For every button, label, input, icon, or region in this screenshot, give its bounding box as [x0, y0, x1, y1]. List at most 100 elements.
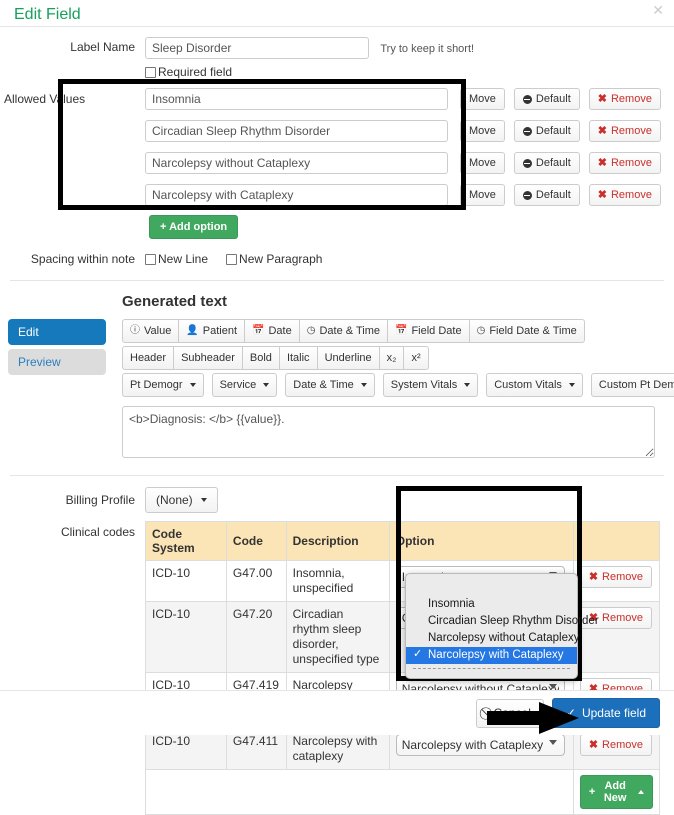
toolbar-row-format: Header Subheader Bold Italic Underline x… [122, 346, 674, 370]
user-icon: 👤 [186, 325, 199, 336]
plus-icon: + [588, 786, 596, 798]
format-header-button[interactable]: Header [122, 346, 175, 370]
remove-button-label: Remove [610, 157, 652, 169]
add-option-button[interactable]: + Add option [149, 215, 239, 239]
update-field-label: Update field [581, 706, 646, 720]
format-underline-button[interactable]: Underline [316, 346, 380, 370]
default-button[interactable]: Default [513, 88, 580, 110]
custom-pt-demogr-dropdown[interactable]: Custom Pt Demogr [590, 373, 674, 397]
label-name-input[interactable] [145, 37, 369, 59]
format-superscript-button[interactable]: x² [403, 346, 429, 370]
custom-vitals-dropdown[interactable]: Custom Vitals [486, 373, 583, 397]
new-line-checkbox[interactable] [145, 253, 156, 265]
tab-edit[interactable]: Edit [8, 319, 106, 345]
new-paragraph-checkbox[interactable] [226, 253, 238, 265]
calendar-icon: 📅 [252, 325, 265, 336]
close-icon[interactable]: ✕ [652, 3, 664, 17]
allowed-value-input[interactable] [145, 88, 448, 110]
required-field-checkbox[interactable] [145, 66, 156, 78]
generated-text-section: Edit Preview ⓘ Value 👤 Patient 📅 Date ◷ Date… [0, 319, 674, 461]
toolbar-row-dropdowns: Pt Demogr Service Date & Time System Vit… [122, 373, 674, 397]
billing-profile-row: Billing Profile (None) [0, 487, 674, 513]
spacing-row: Spacing within note New Line New Paragra… [0, 252, 674, 266]
insert-date-button[interactable]: 📅 Date [244, 319, 300, 343]
remove-code-button[interactable]: ✖ Remove [579, 566, 653, 588]
allowed-value-input[interactable] [145, 184, 448, 206]
custom-vitals-label: Custom Vitals [494, 379, 562, 391]
x-icon: ✖ [597, 93, 607, 105]
chevron-down-icon [189, 383, 196, 387]
new-paragraph-label: New Paragraph [239, 252, 323, 266]
required-field-label: Required field [158, 65, 233, 79]
default-button[interactable]: Default [513, 120, 580, 142]
remove-button[interactable]: ✖ Remove [588, 152, 661, 174]
chevron-down-icon [263, 383, 270, 387]
allowed-value-input[interactable] [145, 152, 448, 174]
insert-field-date-time-button[interactable]: ◷ Field Date & Time [468, 319, 585, 343]
generated-text-editor[interactable]: <b>Diagnosis: </b> {{value}}. [122, 406, 655, 458]
default-button[interactable]: Default [513, 152, 580, 174]
x-icon: ✖ [597, 157, 607, 169]
add-new-button[interactable]: + Add New [579, 775, 653, 809]
remove-button[interactable]: ✖ Remove [588, 184, 661, 206]
clinical-codes-table: Code System Code Description Option ICD-… [145, 521, 661, 815]
insert-date-time-label: Date & Time [319, 325, 380, 337]
allowed-values-section: Allowed Values Move Default ✖Remove Move… [0, 88, 674, 239]
dropdown-option-narcolepsy-without[interactable]: Narcolepsy without Cataplexy [406, 630, 580, 647]
cell-add-new: + Add New [572, 769, 661, 815]
allowed-value-row: Move Default ✖Remove [0, 120, 674, 142]
format-subheader-button[interactable]: Subheader [173, 346, 243, 370]
x-icon: ✖ [588, 571, 599, 583]
cancel-button[interactable]: ⃠ Cancel [475, 698, 544, 728]
format-subscript-button[interactable]: x₂ [378, 346, 405, 370]
remove-button[interactable]: ✖ Remove [588, 120, 661, 142]
column-header-actions [572, 521, 661, 561]
remove-button-label: Remove [610, 93, 652, 105]
required-field-row[interactable]: Required field [145, 65, 674, 79]
default-button-label: Default [535, 157, 571, 169]
move-button[interactable]: Move [460, 184, 505, 206]
move-button[interactable]: Move [460, 120, 505, 142]
update-field-button[interactable]: ✓ Update field [551, 698, 660, 728]
insert-patient-button[interactable]: 👤 Patient [178, 319, 246, 343]
insert-field-date-label: Field Date [411, 325, 462, 337]
column-header-option: Option [388, 521, 574, 561]
default-button-label: Default [535, 125, 571, 137]
cell-description: Insomnia, unspecified [285, 560, 390, 602]
new-line-option[interactable]: New Line [145, 252, 208, 266]
new-paragraph-option[interactable]: New Paragraph [226, 252, 322, 266]
modal-header: Edit Field ✕ [0, 0, 674, 27]
label-name-row: Label Name Try to keep it short! Require… [0, 37, 674, 79]
move-button[interactable]: Move [460, 88, 505, 110]
format-italic-button[interactable]: Italic [278, 346, 318, 370]
system-vitals-dropdown[interactable]: System Vitals [382, 373, 479, 397]
minus-circle-icon [522, 126, 532, 136]
page-title: Edit Field [14, 6, 81, 23]
cell-code: G47.20 [225, 601, 287, 673]
generated-text-title: Generated text [122, 293, 228, 310]
dropdown-option-narcolepsy-with[interactable]: Narcolepsy with Cataplexy [406, 647, 577, 664]
service-dropdown[interactable]: Service [211, 373, 278, 397]
insert-value-label: Value [144, 325, 172, 337]
pt-demogr-dropdown[interactable]: Pt Demogr [122, 373, 204, 397]
move-button[interactable]: Move [460, 152, 505, 174]
allowed-value-input[interactable] [145, 120, 448, 142]
default-button[interactable]: Default [513, 184, 580, 206]
tab-preview[interactable]: Preview [8, 349, 106, 375]
divider [10, 475, 664, 476]
option-dropdown-popup[interactable]: Insomnia Circadian Sleep Rhythm Disorder… [405, 573, 599, 679]
remove-button[interactable]: ✖ Remove [588, 88, 661, 110]
x-icon: ✖ [597, 189, 607, 201]
insert-value-button[interactable]: ⓘ Value [122, 319, 180, 343]
date-time-dropdown[interactable]: Date & Time [285, 373, 375, 397]
option-select[interactable]: Narcolepsy with Cataplexy [395, 734, 565, 756]
format-bold-button[interactable]: Bold [241, 346, 280, 370]
remove-button-label: Remove [610, 125, 652, 137]
insert-field-date-button[interactable]: 📅 Field Date [387, 319, 470, 343]
dropdown-option-insomnia[interactable]: Insomnia [406, 596, 577, 613]
cell-description: Circadian rhythm sleep disorder, unspeci… [285, 601, 390, 673]
remove-code-button[interactable]: ✖ Remove [579, 734, 653, 756]
dropdown-option-circadian[interactable]: Circadian Sleep Rhythm Disorder [406, 613, 599, 630]
billing-profile-dropdown[interactable]: (None) [145, 487, 218, 513]
insert-date-time-button[interactable]: ◷ Date & Time [298, 319, 388, 343]
